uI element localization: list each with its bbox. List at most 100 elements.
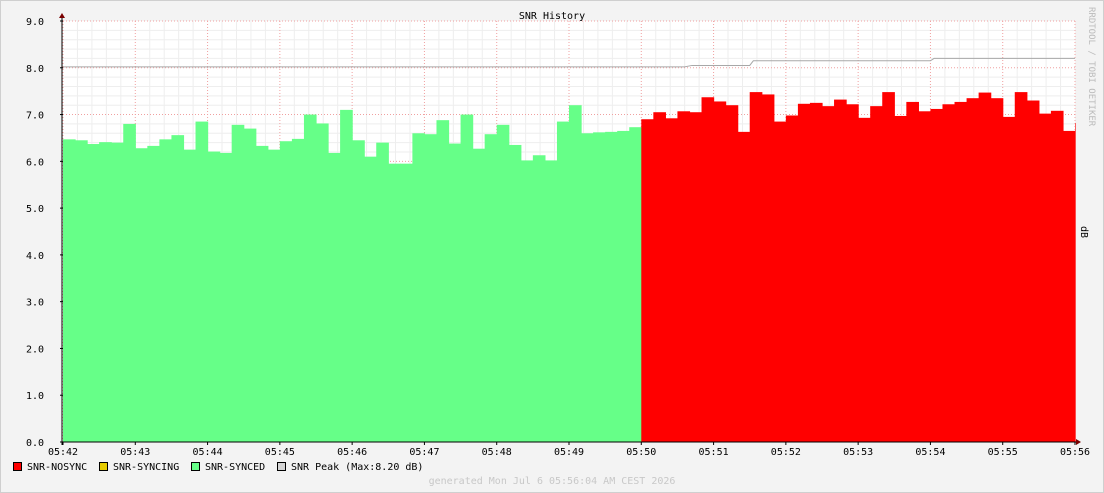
- bar: [556, 121, 570, 443]
- bar: [183, 149, 197, 442]
- x-tick-label: 05:52: [771, 447, 801, 458]
- bar: [653, 112, 666, 442]
- legend-swatch: [99, 462, 108, 471]
- bar: [978, 92, 992, 442]
- bar: [63, 139, 76, 442]
- y-axis-label: dB: [1078, 226, 1089, 238]
- bar: [508, 144, 522, 442]
- bar: [328, 152, 341, 442]
- bar: [267, 149, 281, 442]
- legend-swatch: [13, 462, 22, 471]
- bar: [1050, 110, 1064, 443]
- bar: [207, 151, 221, 442]
- bar: [544, 160, 558, 443]
- bar: [279, 141, 293, 443]
- legend: SNR-NOSYNC SNR-SYNCING SNR-SYNCED SNR Peak …: [13, 462, 423, 473]
- bar: [906, 101, 919, 443]
- x-tick-label: 05:47: [409, 447, 439, 458]
- x-tick-label: 05:55: [988, 447, 1018, 458]
- bar: [581, 133, 594, 442]
- bar: [737, 131, 751, 442]
- bar: [243, 128, 257, 443]
- bar: [532, 155, 546, 442]
- bar: [990, 98, 1004, 442]
- bar: [424, 134, 438, 443]
- bar: [773, 121, 787, 443]
- bar: [1026, 100, 1040, 443]
- legend-swatch: [277, 462, 286, 471]
- legend-label: SNR Peak (Max:8.20 dB): [291, 462, 423, 473]
- x-tick-labels: 05:42 05:43 05:44 05:45 05:46 05:47 05:48 05:49…: [48, 447, 1090, 458]
- generated-footer: generated Mon Jul 6 05:56:04 AM CEST 202…: [429, 476, 676, 487]
- bar: [797, 103, 811, 443]
- x-tick-label: 05:54: [915, 447, 945, 458]
- bar: [665, 118, 679, 442]
- bar: [520, 160, 534, 443]
- bar: [219, 152, 233, 442]
- y-tick-label: 7.0: [26, 111, 44, 122]
- x-tick-label: 05:45: [265, 447, 295, 458]
- legend-label: SNR-SYNCED: [205, 462, 265, 473]
- bar: [1014, 92, 1028, 442]
- bar: [123, 123, 136, 443]
- snr-history-chart: 0.0 1.0 2.0 3.0 4.0 5.0 6.0 7.0 8.0 9.0 05:42 05:4…: [0, 0, 1104, 493]
- bar: [858, 117, 871, 442]
- bar: [882, 92, 895, 442]
- x-tick-label: 05:51: [699, 447, 729, 458]
- x-tick-label: 05:49: [554, 447, 584, 458]
- bar: [689, 112, 703, 442]
- bar: [822, 106, 835, 442]
- bar: [834, 99, 847, 442]
- bar: [231, 124, 245, 442]
- bar: [569, 105, 582, 442]
- bar: [1002, 116, 1016, 443]
- bar: [617, 130, 630, 442]
- x-tick-label: 05:48: [482, 447, 512, 458]
- bar: [303, 114, 317, 443]
- x-tick-label: 05:56: [1060, 447, 1090, 458]
- bar: [966, 98, 980, 442]
- bar: [1075, 122, 1076, 442]
- bar: [593, 132, 606, 442]
- watermark: RRDTOOL / TOBI OETIKER: [1086, 7, 1096, 127]
- bar: [761, 94, 775, 443]
- bar: [725, 105, 739, 442]
- bar: [918, 111, 932, 442]
- y-tick-label: 4.0: [26, 251, 44, 262]
- bar: [352, 140, 365, 443]
- bar: [701, 97, 715, 443]
- y-tick-label: 8.0: [26, 64, 44, 75]
- x-tick-label: 05:43: [120, 447, 150, 458]
- bar: [376, 142, 389, 442]
- legend-label: SNR-SYNCING: [113, 462, 179, 473]
- bar: [75, 140, 88, 443]
- bar: [870, 106, 883, 442]
- bar: [809, 102, 823, 442]
- y-tick-label: 2.0: [26, 344, 44, 355]
- y-tick-label: 0.0: [26, 438, 44, 449]
- y-tick-label: 5.0: [26, 204, 44, 215]
- bar: [846, 104, 859, 443]
- bar: [364, 156, 377, 442]
- bar: [496, 124, 510, 442]
- legend-swatch: [191, 462, 200, 471]
- bar: [942, 104, 956, 443]
- bar: [1062, 130, 1076, 442]
- bar: [400, 163, 413, 442]
- bar: [448, 143, 462, 442]
- bar: [605, 131, 618, 442]
- bar: [316, 123, 329, 443]
- y-tick-label: 1.0: [26, 391, 44, 402]
- bar: [412, 133, 426, 442]
- bar: [255, 145, 269, 442]
- bar: [629, 127, 642, 443]
- legend-label: SNR-NOSYNC: [27, 462, 87, 473]
- y-tick-label: 6.0: [26, 157, 44, 168]
- bar: [99, 142, 112, 442]
- bar: [111, 142, 124, 442]
- series-snr-nosync: [641, 92, 1076, 443]
- bar: [159, 139, 173, 442]
- bar: [641, 119, 654, 442]
- x-tick-label: 05:42: [48, 447, 78, 458]
- chart-canvas: 0.01.02.03.04.05.06.07.08.09.0 05:42 05:4…: [0, 0, 1104, 493]
